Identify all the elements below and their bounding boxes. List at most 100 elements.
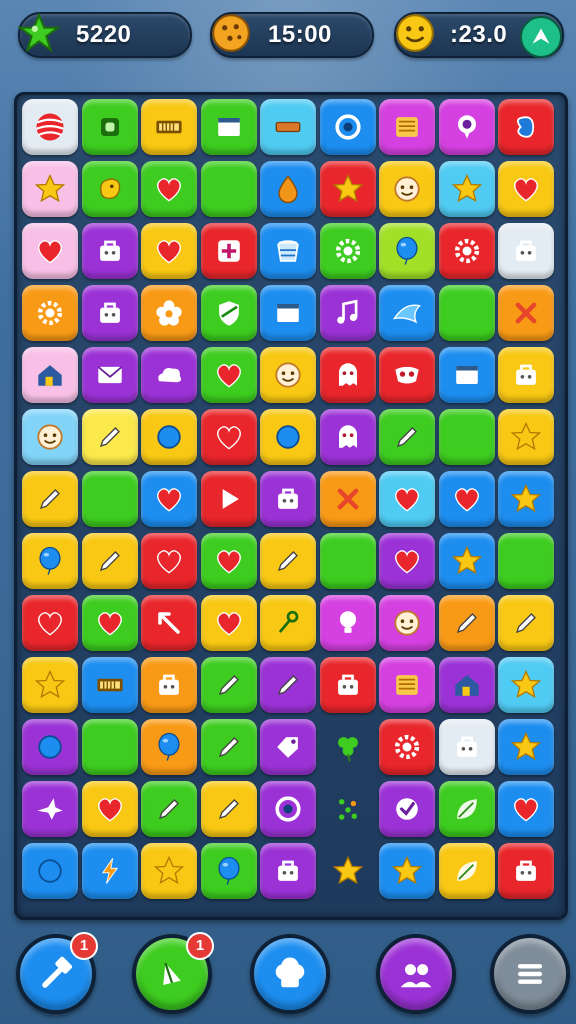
tile[interactable] (200, 533, 257, 589)
tile[interactable] (260, 285, 316, 341)
tile[interactable] (438, 99, 495, 155)
tile[interactable] (141, 843, 197, 899)
tile[interactable] (22, 657, 78, 713)
wand-button[interactable]: 1 (132, 932, 214, 1014)
tile[interactable] (22, 347, 78, 403)
tile[interactable] (498, 161, 554, 217)
tile[interactable] (22, 719, 78, 775)
chef-hat-button[interactable] (250, 934, 330, 1014)
tile[interactable] (379, 409, 435, 465)
tile[interactable] (498, 781, 554, 837)
tile[interactable] (260, 347, 316, 403)
tile[interactable] (200, 471, 257, 527)
tile[interactable] (379, 161, 435, 217)
tile[interactable] (141, 719, 197, 775)
tile[interactable] (260, 533, 316, 589)
tile[interactable] (260, 223, 316, 279)
tile[interactable] (498, 347, 554, 403)
tile[interactable] (141, 781, 197, 837)
tile[interactable] (200, 719, 257, 775)
tile[interactable] (319, 223, 376, 279)
tile[interactable] (141, 347, 197, 403)
tile[interactable] (200, 409, 257, 465)
tile[interactable] (141, 161, 197, 217)
tile[interactable] (438, 843, 495, 899)
tile[interactable] (141, 285, 197, 341)
empty-cell[interactable] (320, 843, 376, 899)
tile[interactable] (379, 223, 435, 279)
tile[interactable] (81, 595, 138, 651)
tile[interactable] (81, 223, 138, 279)
tile[interactable] (141, 471, 197, 527)
tile[interactable] (498, 285, 554, 341)
tile[interactable] (438, 657, 495, 713)
tile[interactable] (438, 223, 495, 279)
tile[interactable] (260, 161, 316, 217)
tile[interactable] (438, 285, 495, 341)
tile[interactable] (438, 533, 495, 589)
tile[interactable] (22, 843, 78, 899)
tile[interactable] (141, 223, 197, 279)
tile[interactable] (22, 533, 78, 589)
tile[interactable] (81, 285, 138, 341)
tile[interactable] (22, 471, 78, 527)
tile[interactable] (200, 843, 257, 899)
tile[interactable] (498, 223, 554, 279)
tile[interactable] (22, 595, 78, 651)
tile[interactable] (438, 781, 495, 837)
tile[interactable] (379, 595, 435, 651)
tile[interactable] (81, 719, 138, 775)
tile[interactable] (319, 347, 376, 403)
tile[interactable] (438, 471, 495, 527)
tile[interactable] (200, 285, 257, 341)
tile[interactable] (498, 409, 554, 465)
tile[interactable] (498, 533, 554, 589)
tile[interactable] (22, 161, 78, 217)
tile[interactable] (260, 843, 316, 899)
tile[interactable] (260, 595, 316, 651)
tile[interactable] (438, 595, 495, 651)
friends-button[interactable] (376, 934, 456, 1014)
tile[interactable] (81, 99, 138, 155)
tile[interactable] (379, 719, 435, 775)
hammer-button[interactable]: 1 (16, 932, 98, 1014)
tile[interactable] (81, 347, 138, 403)
tile[interactable] (22, 409, 78, 465)
tile[interactable] (81, 781, 138, 837)
tile[interactable] (22, 781, 78, 837)
tile[interactable] (319, 161, 376, 217)
tile[interactable] (438, 161, 495, 217)
tile[interactable] (319, 99, 376, 155)
tile[interactable] (22, 285, 78, 341)
tile[interactable] (498, 719, 554, 775)
tile[interactable] (379, 285, 435, 341)
tile[interactable] (379, 347, 435, 403)
tile[interactable] (141, 99, 197, 155)
tile[interactable] (319, 471, 376, 527)
tile[interactable] (260, 409, 316, 465)
tile[interactable] (81, 533, 138, 589)
tile[interactable] (379, 533, 435, 589)
tile[interactable] (260, 781, 316, 837)
tile[interactable] (379, 471, 435, 527)
tile[interactable] (319, 285, 376, 341)
tile[interactable] (438, 347, 495, 403)
tile[interactable] (319, 409, 376, 465)
tile[interactable] (319, 657, 376, 713)
tile[interactable] (200, 161, 257, 217)
tile[interactable] (498, 595, 554, 651)
tile[interactable] (379, 781, 435, 837)
tile[interactable] (438, 409, 495, 465)
tile[interactable] (260, 657, 316, 713)
tile[interactable] (141, 657, 197, 713)
tile[interactable] (498, 843, 554, 899)
tile[interactable] (379, 843, 435, 899)
tile[interactable] (141, 595, 197, 651)
empty-cell[interactable] (320, 781, 376, 837)
tile[interactable] (81, 657, 138, 713)
tile[interactable] (81, 409, 138, 465)
tile[interactable] (319, 533, 376, 589)
tile[interactable] (498, 471, 554, 527)
tile[interactable] (260, 471, 316, 527)
tile[interactable] (319, 595, 376, 651)
